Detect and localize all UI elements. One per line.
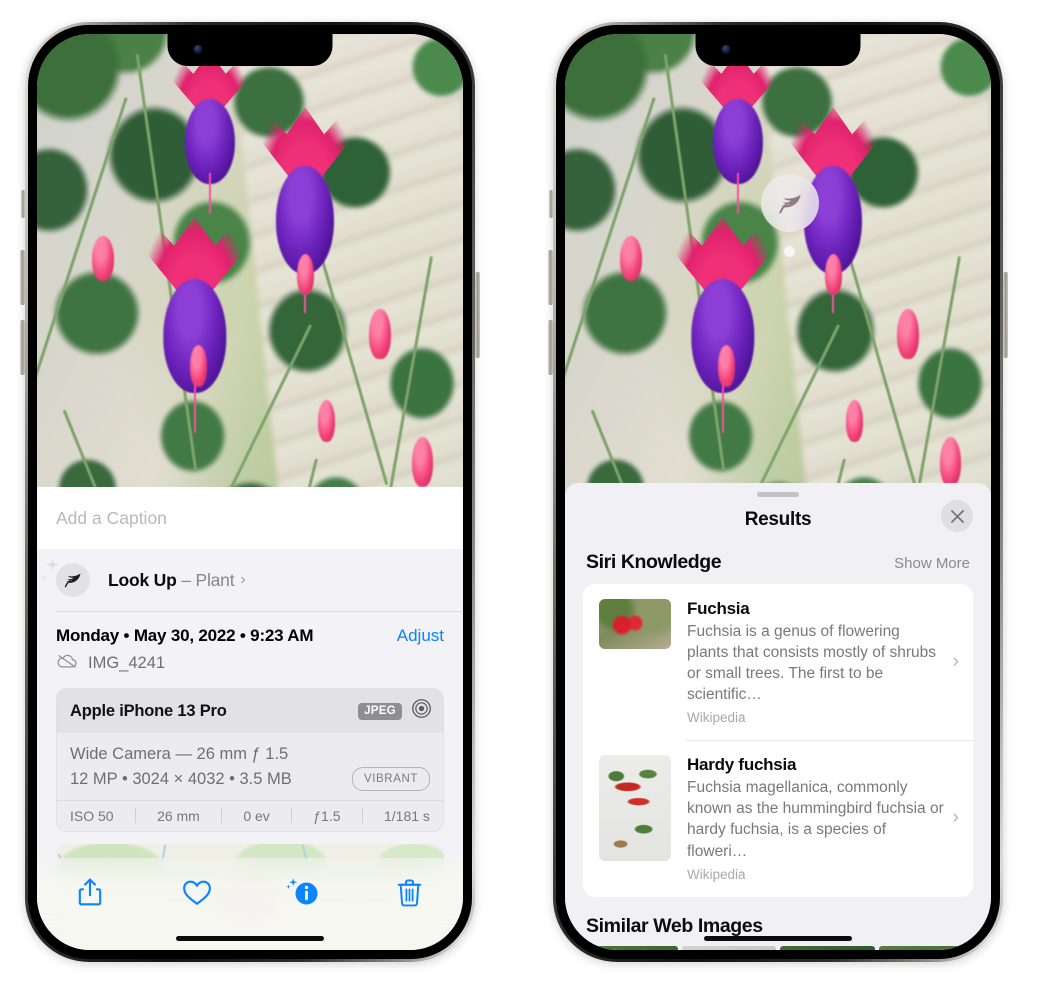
knowledge-row[interactable]: Hardy fuchsia Fuchsia magellanica, commo… xyxy=(583,740,973,896)
front-camera xyxy=(193,45,203,54)
look-up-icon-group xyxy=(40,557,90,597)
exif-divider xyxy=(134,808,136,823)
exif-row: ISO 50 26 mm 0 ev ƒ1.5 1/181 s xyxy=(57,799,443,831)
photo-bloom xyxy=(697,52,778,215)
exif-aperture: ƒ1.5 xyxy=(313,807,341,824)
volume-up-button[interactable] xyxy=(20,250,25,305)
chevron-right-icon: › xyxy=(952,651,959,673)
exif-divider xyxy=(291,808,293,823)
volume-up-button[interactable] xyxy=(548,250,553,305)
metadata-block: Monday • May 30, 2022 • 9:23 AM Adjust I… xyxy=(37,612,463,674)
siri-knowledge-section-header: Siri Knowledge Show More xyxy=(565,543,991,584)
sparkle-small-icon xyxy=(40,569,49,587)
specs-line: 12 MP • 3024 × 4032 • 3.5 MB xyxy=(70,769,292,788)
knowledge-text: Fuchsia Fuchsia is a genus of flowering … xyxy=(687,599,951,725)
knowledge-row[interactable]: Fuchsia Fuchsia is a genus of flowering … xyxy=(583,584,973,740)
chevron-right-icon: › xyxy=(952,807,959,829)
right-phone-screen: Results Siri Knowledge Show More Fuchsia… xyxy=(565,34,991,950)
specs-row: 12 MP • 3024 × 4032 • 3.5 MB VIBRANT xyxy=(70,767,430,792)
knowledge-title: Fuchsia xyxy=(687,599,750,618)
side-power-button[interactable] xyxy=(1003,272,1008,358)
look-up-title: Look Up xyxy=(108,569,177,590)
similar-web-images-row xyxy=(565,945,991,950)
icloud-slash-icon xyxy=(56,653,78,674)
web-image-thumbnail[interactable] xyxy=(681,945,776,950)
section-title: Similar Web Images xyxy=(586,914,763,937)
exif-focal-length: 26 mm xyxy=(157,807,200,824)
knowledge-description: Fuchsia is a genus of flowering plants t… xyxy=(687,623,936,704)
knowledge-text: Hardy fuchsia Fuchsia magellanica, commo… xyxy=(687,755,951,881)
camera-model: Apple iPhone 13 Pro xyxy=(70,701,227,720)
fuchsia-thumbnail xyxy=(599,599,671,649)
results-sheet: Results Siri Knowledge Show More Fuchsia… xyxy=(565,483,991,950)
lens-line: Wide Camera — 26 mm ƒ 1.5 xyxy=(70,745,289,763)
photographic-style-badge: VIBRANT xyxy=(351,767,430,792)
look-up-subject: Plant xyxy=(195,569,235,590)
hardy-fuchsia-thumbnail xyxy=(599,755,671,862)
mute-switch[interactable] xyxy=(21,190,25,218)
leaf-icon xyxy=(778,194,801,214)
photo-bloom xyxy=(169,52,250,215)
chevron-right-icon: › xyxy=(240,571,246,588)
filename: IMG_4241 xyxy=(88,654,166,672)
web-image-thumbnail[interactable] xyxy=(780,945,875,950)
delete-button[interactable] xyxy=(385,870,435,914)
camera-card-header: Apple iPhone 13 Pro JPEG xyxy=(57,689,443,733)
camera-aperture-icon xyxy=(411,698,432,724)
favorite-button[interactable] xyxy=(172,870,222,914)
caption-row[interactable]: Add a Caption xyxy=(37,487,463,549)
close-icon xyxy=(950,509,964,523)
web-image-thumbnail[interactable] xyxy=(878,945,973,950)
info-button[interactable] xyxy=(278,870,328,914)
close-button[interactable] xyxy=(941,500,973,532)
metadata-top-row: Monday • May 30, 2022 • 9:23 AM Adjust xyxy=(56,626,444,646)
share-button[interactable] xyxy=(65,870,115,914)
right-iphone-device: Results Siri Knowledge Show More Fuchsia… xyxy=(548,22,1008,962)
exif-iso: ISO 50 xyxy=(70,807,114,824)
exif-exposure-comp: 0 ev xyxy=(243,807,270,824)
exif-shutter-speed: 1/181 s xyxy=(383,807,430,824)
caption-input[interactable]: Add a Caption xyxy=(56,508,167,529)
notch xyxy=(167,34,333,66)
camera-info-card: Apple iPhone 13 Pro JPEG Wide Camera — 2… xyxy=(56,688,444,832)
look-up-row[interactable]: Look Up – Plant › xyxy=(37,549,463,611)
front-camera xyxy=(721,45,731,54)
side-power-button[interactable] xyxy=(475,272,480,358)
mute-switch[interactable] xyxy=(549,190,553,218)
filename-row: IMG_4241 xyxy=(56,653,444,674)
screenshot-stage: Add a Caption Look Up – Plant › Monday •… xyxy=(0,0,1055,985)
camera-card-body: Wide Camera — 26 mm ƒ 1.5 12 MP • 3024 ×… xyxy=(57,733,443,800)
left-phone-screen: Add a Caption Look Up – Plant › Monday •… xyxy=(37,34,463,950)
visual-look-up-badge[interactable] xyxy=(761,174,819,232)
siri-knowledge-card: Fuchsia Fuchsia is a genus of flowering … xyxy=(583,584,973,897)
exif-divider xyxy=(361,808,363,823)
knowledge-title: Hardy fuchsia xyxy=(687,755,797,775)
look-up-dash: – xyxy=(181,569,191,590)
format-badge: JPEG xyxy=(358,702,402,720)
visual-look-up-anchor-dot xyxy=(784,246,795,257)
home-indicator[interactable] xyxy=(176,936,324,941)
results-header: Results xyxy=(565,497,991,543)
web-image-thumbnail[interactable] xyxy=(583,945,678,950)
show-more-button[interactable]: Show More xyxy=(894,555,970,572)
knowledge-source: Wikipedia xyxy=(687,710,746,726)
right-phone-bezel: Results Siri Knowledge Show More Fuchsia… xyxy=(556,25,1000,959)
knowledge-description: Fuchsia magellanica, commonly known as t… xyxy=(687,779,944,860)
notch xyxy=(695,34,861,66)
exif-divider xyxy=(221,808,223,823)
section-title: Siri Knowledge xyxy=(586,551,722,573)
volume-down-button[interactable] xyxy=(20,320,25,375)
left-phone-bezel: Add a Caption Look Up – Plant › Monday •… xyxy=(28,25,472,959)
knowledge-source: Wikipedia xyxy=(687,866,746,882)
volume-down-button[interactable] xyxy=(548,320,553,375)
adjust-button[interactable]: Adjust xyxy=(397,626,444,646)
leaf-icon xyxy=(56,563,90,597)
home-indicator[interactable] xyxy=(704,936,852,941)
left-iphone-device: Add a Caption Look Up – Plant › Monday •… xyxy=(20,22,480,962)
sheet-title: Results xyxy=(744,509,812,530)
photo-info-sheet: Add a Caption Look Up – Plant › Monday •… xyxy=(37,487,463,950)
capture-date: Monday • May 30, 2022 • 9:23 AM xyxy=(56,626,314,645)
camera-header-right: JPEG xyxy=(358,698,432,724)
look-up-label: Look Up – Plant xyxy=(108,569,235,591)
